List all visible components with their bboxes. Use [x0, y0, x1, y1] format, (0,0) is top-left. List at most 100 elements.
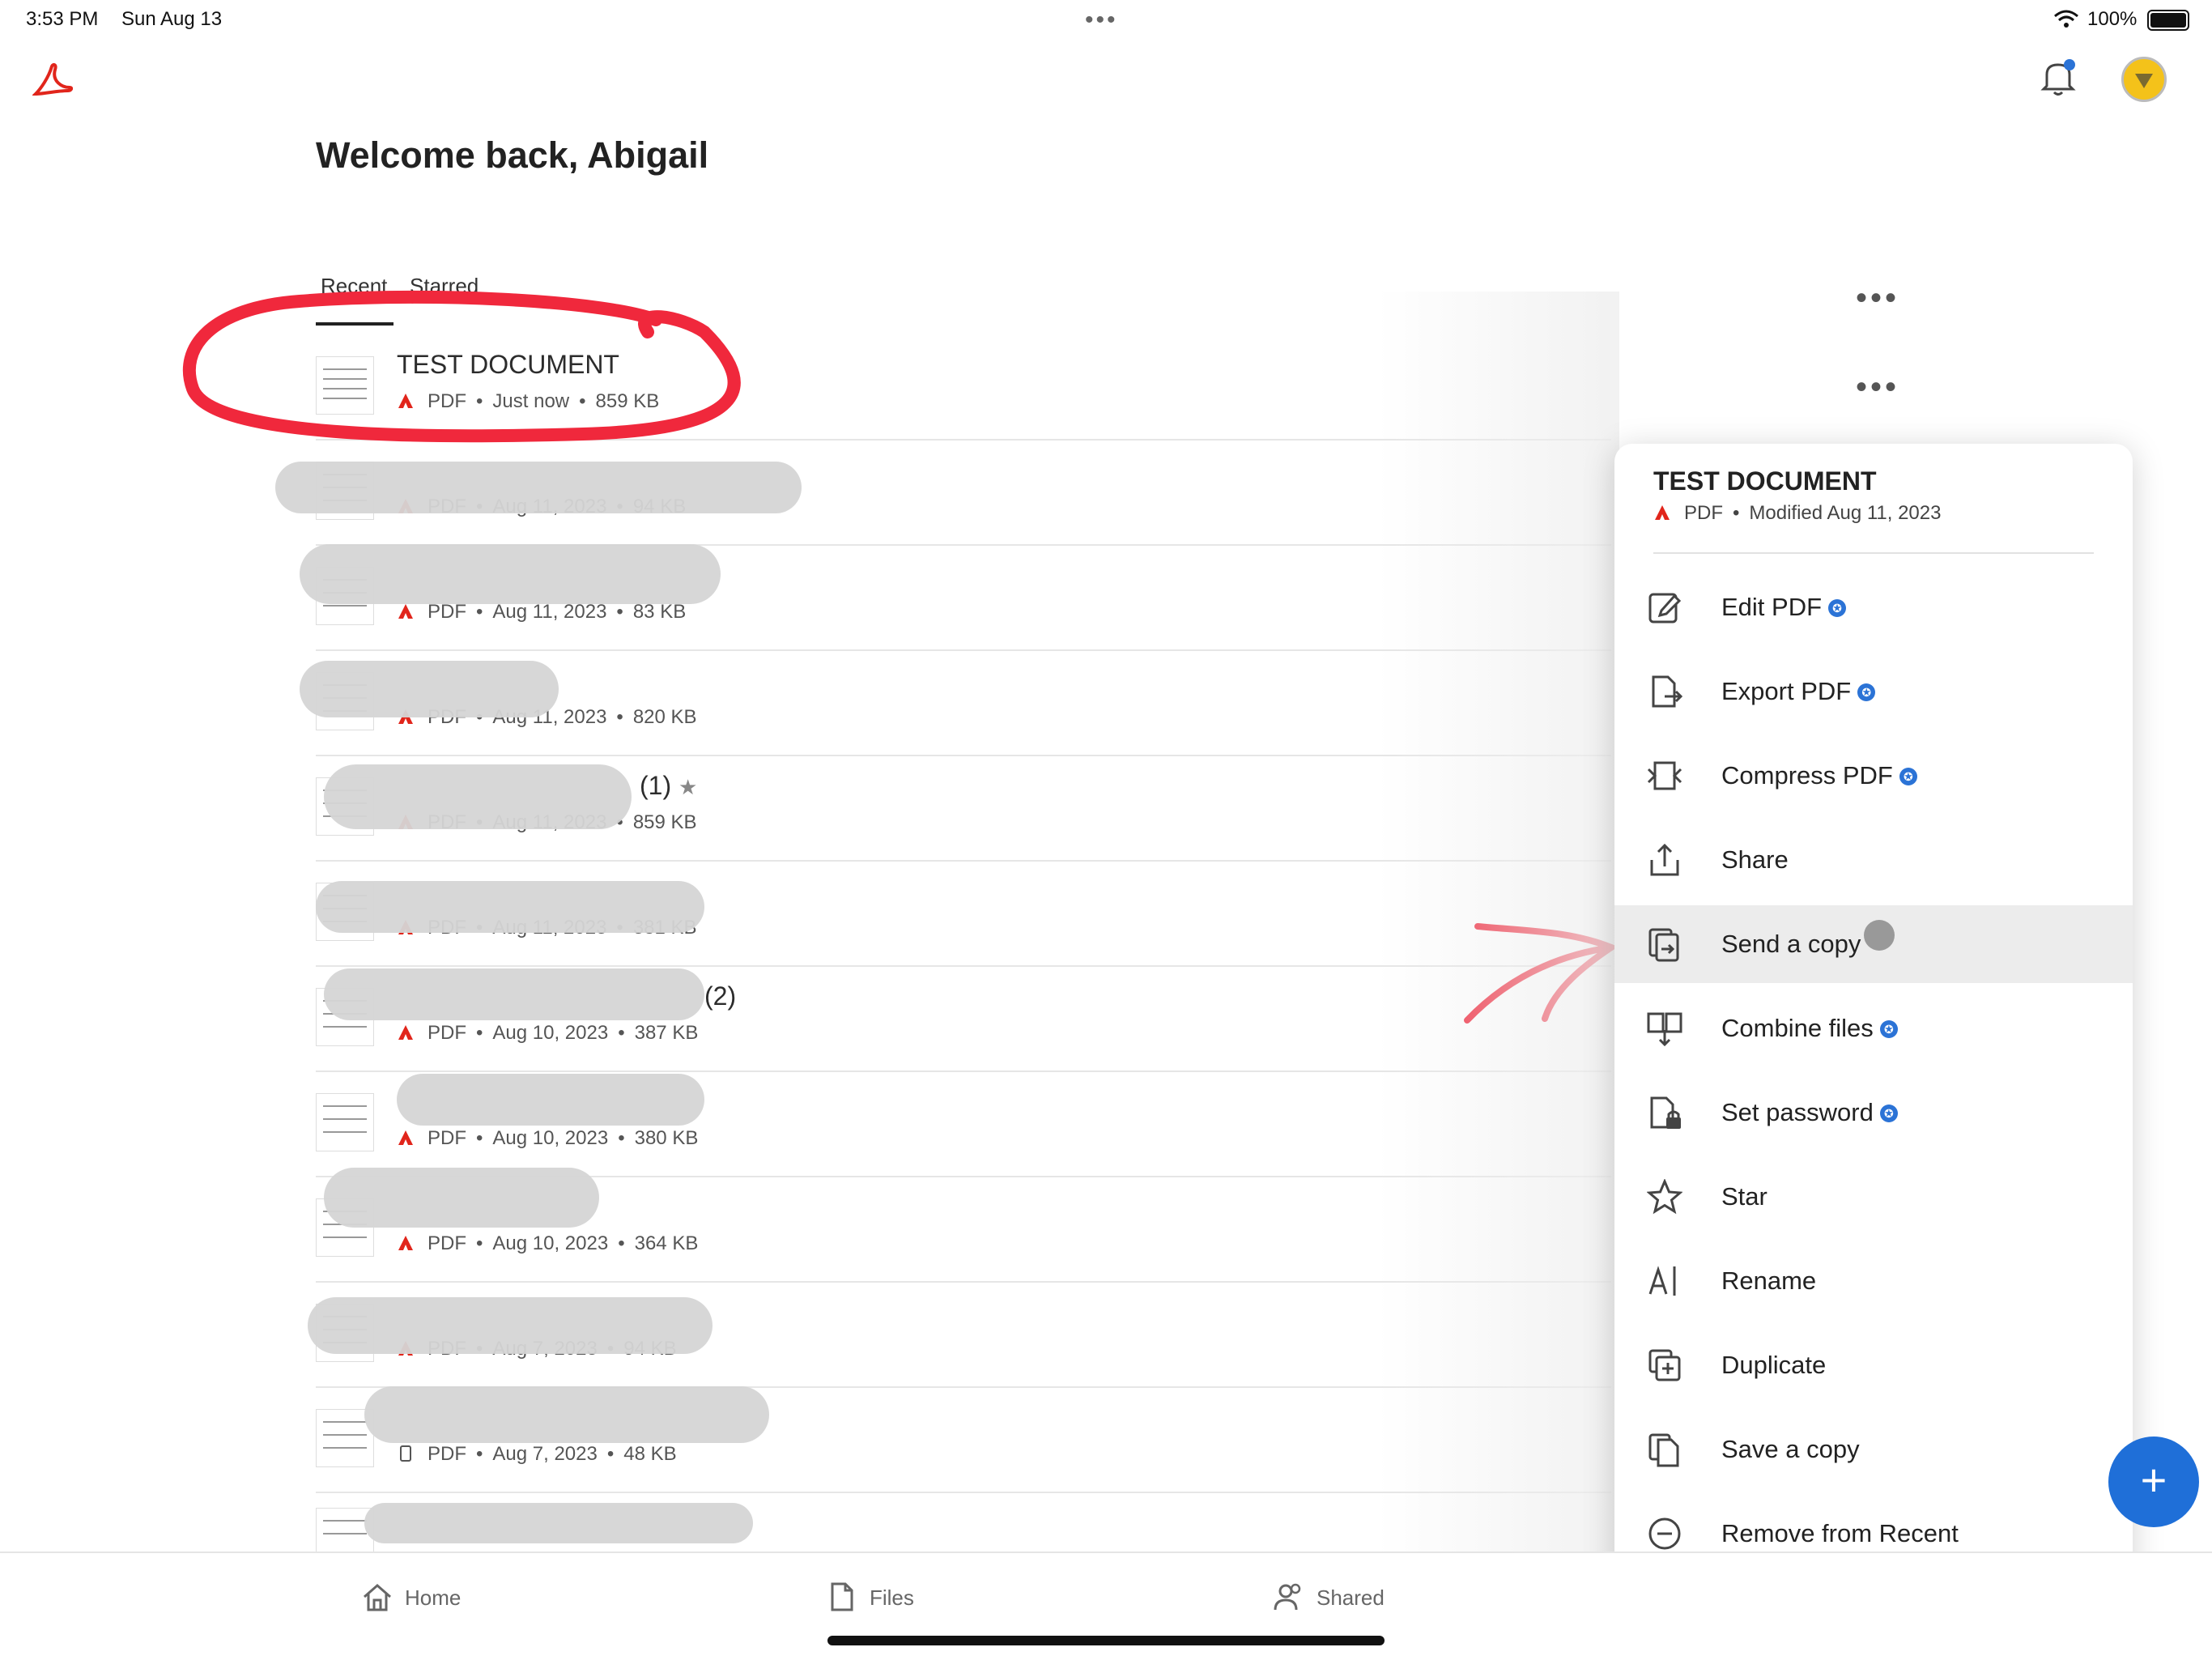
menu-item-send-a-copy[interactable]: Send a copy — [1614, 905, 2133, 983]
redaction-scribble — [364, 1386, 769, 1443]
menu-item-star[interactable]: Star — [1614, 1158, 2133, 1236]
file-thumbnail — [316, 1093, 374, 1151]
create-fab-button[interactable]: + — [2108, 1437, 2199, 1527]
nav-shared[interactable]: Shared — [1273, 1581, 1385, 1613]
menu-item-label: Set password — [1721, 1098, 1874, 1126]
file-icon — [831, 1582, 853, 1611]
redaction-scribble — [364, 1503, 753, 1543]
combine-files-icon — [1647, 1012, 1682, 1046]
row-more-options-icon[interactable]: ••• — [1856, 369, 1899, 406]
redaction-scribble — [324, 968, 704, 1020]
menu-item-label: Rename — [1721, 1266, 1817, 1295]
home-icon — [364, 1584, 391, 1611]
context-menu-modified: Modified Aug 11, 2023 — [1749, 502, 1942, 524]
status-time: 3:53 PM — [26, 8, 99, 30]
menu-item-combine-files[interactable]: Combine files ✪ — [1614, 990, 2133, 1067]
duplicate-icon — [1648, 1349, 1681, 1381]
file-name: (2) — [704, 981, 737, 1011]
home-indicator — [827, 1636, 1385, 1645]
menu-item-label: Star — [1721, 1182, 1767, 1211]
menu-item-label: Save a copy — [1721, 1435, 1860, 1463]
nav-shared-label: Shared — [1317, 1586, 1385, 1610]
file-size: 820 KB — [632, 706, 697, 728]
file-date: Aug 10, 2023 — [492, 1127, 609, 1149]
pdf-type-icon — [398, 1236, 413, 1250]
menu-item-edit-pdf[interactable]: Edit PDF ✪ — [1614, 568, 2133, 646]
pdf-type-icon — [398, 1130, 413, 1145]
menu-item-label: Export PDF — [1721, 677, 1852, 705]
acrobat-logo-icon[interactable] — [32, 62, 73, 97]
menu-item-set-password[interactable]: Set password ✪ — [1614, 1074, 2133, 1151]
edit-pdf-icon — [1648, 593, 1682, 624]
save-copy-icon — [1648, 1433, 1679, 1467]
notification-bell-icon[interactable] — [2040, 58, 2076, 97]
remove-circle-icon — [1648, 1517, 1681, 1550]
file-size: 48 KB — [623, 1443, 677, 1465]
multitask-dots-icon[interactable]: ••• — [1085, 6, 1118, 34]
file-type: PDF — [428, 1022, 466, 1044]
file-size: 364 KB — [634, 1232, 699, 1254]
share-icon — [1650, 843, 1679, 876]
export-pdf-icon — [1652, 675, 1682, 708]
premium-badge-icon: ✪ — [1857, 683, 1876, 701]
menu-item-label: Edit PDF — [1721, 593, 1823, 621]
file-context-menu[interactable]: TEST DOCUMENT PDF • Modified Aug 11, 2023 … — [1614, 444, 2133, 1610]
menu-item-label: Duplicate — [1721, 1351, 1827, 1379]
file-date: Aug 11, 2023 — [492, 601, 607, 623]
file-name: (1) ★ — [640, 771, 698, 800]
rename-icon — [1648, 1266, 1676, 1296]
list-more-options-icon[interactable]: ••• — [1856, 280, 1899, 317]
redaction-scribble — [300, 544, 721, 604]
nav-files-label: Files — [870, 1586, 914, 1610]
context-menu-file-name: TEST DOCUMENT — [1653, 466, 1877, 496]
menu-item-compress-pdf[interactable]: Compress PDF ✪ — [1614, 737, 2133, 815]
touch-indicator — [1864, 920, 1895, 951]
premium-badge-icon: ✪ — [1879, 1020, 1898, 1038]
premium-badge-icon: ✪ — [1899, 768, 1917, 785]
file-date: Aug 7, 2023 — [492, 1443, 598, 1465]
send-copy-icon — [1648, 928, 1679, 962]
compress-pdf-icon — [1647, 761, 1682, 790]
pdf-type-icon — [1655, 505, 1670, 520]
file-date: Aug 10, 2023 — [492, 1022, 609, 1044]
nav-home[interactable]: Home — [361, 1581, 461, 1613]
file-size: 83 KB — [632, 601, 687, 623]
redaction-scribble — [316, 881, 704, 933]
menu-item-duplicate[interactable]: Duplicate — [1614, 1326, 2133, 1404]
file-size: 380 KB — [634, 1127, 699, 1149]
lock-pdf-icon — [1650, 1096, 1681, 1129]
page-title: Welcome back, Abigail — [316, 134, 709, 176]
menu-item-save-a-copy[interactable]: Save a copy — [1614, 1411, 2133, 1488]
popover-shadow — [1376, 292, 1619, 1555]
nav-files[interactable]: Files — [826, 1581, 914, 1613]
redaction-scribble — [308, 1297, 713, 1354]
battery-icon — [2147, 10, 2189, 31]
context-menu-divider — [1653, 552, 2094, 554]
menu-item-label: Remove from Recent — [1721, 1519, 1959, 1547]
status-date: Sun Aug 13 — [121, 8, 223, 30]
redaction-scribble — [275, 462, 802, 513]
menu-item-label: Send a copy — [1721, 930, 1861, 958]
redaction-scribble — [324, 764, 632, 829]
device-storage-icon — [400, 1445, 411, 1462]
menu-item-label: Combine files — [1721, 1014, 1874, 1042]
user-avatar[interactable] — [2121, 57, 2167, 102]
menu-item-rename[interactable]: Rename — [1614, 1242, 2133, 1320]
nav-home-label: Home — [405, 1586, 462, 1610]
file-type: PDF — [428, 1127, 466, 1149]
redaction-scribble — [300, 661, 559, 717]
pdf-type-icon — [398, 1025, 413, 1040]
menu-item-label: Share — [1721, 845, 1789, 874]
file-size: 859 KB — [632, 811, 697, 833]
annotation-circle — [182, 290, 741, 443]
menu-item-label: Compress PDF — [1721, 761, 1893, 790]
shared-people-icon — [1274, 1583, 1301, 1611]
redaction-scribble — [324, 1168, 599, 1228]
starred-icon: ★ — [678, 775, 698, 799]
menu-item-share[interactable]: Share — [1614, 821, 2133, 899]
redaction-scribble — [397, 1074, 704, 1126]
file-type: PDF — [428, 1443, 466, 1465]
premium-badge-icon: ✪ — [1879, 1105, 1898, 1122]
menu-item-export-pdf[interactable]: Export PDF ✪ — [1614, 653, 2133, 730]
file-type: PDF — [428, 1232, 466, 1254]
